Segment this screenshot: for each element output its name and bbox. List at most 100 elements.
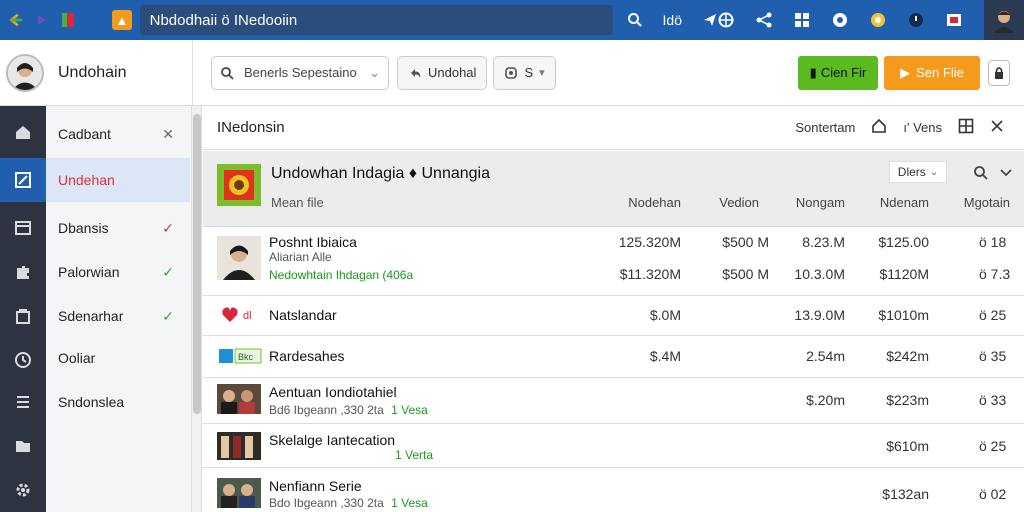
rail-home[interactable] xyxy=(0,110,46,154)
column-header[interactable]: Mgotain xyxy=(964,195,1010,210)
rail-window[interactable] xyxy=(0,206,46,250)
user-profile[interactable]: Undohain xyxy=(0,39,193,106)
group-logo xyxy=(217,164,261,206)
row-sub-text: Bd6 Ibgeann ,330 2ta xyxy=(269,403,384,417)
heart-icon: dl xyxy=(221,306,261,329)
view-label: Vens xyxy=(913,120,942,135)
row-thumbnail xyxy=(217,236,261,280)
scrollbar-thumb[interactable] xyxy=(193,114,201,414)
home-icon xyxy=(16,126,30,139)
status-select[interactable]: S ▾ xyxy=(493,55,556,90)
sidebar-item-label: Sdenarhar xyxy=(58,308,124,324)
sidebar-item-3[interactable]: Palorwian ✓ xyxy=(46,250,190,294)
status-select-value: S xyxy=(524,65,534,80)
table-row[interactable]: Poshnt Ibiaica Aliarian Alle Nedowhtain … xyxy=(203,228,1024,296)
sidebar-item-1[interactable]: Undehan xyxy=(46,158,190,202)
sidebar-item-2[interactable]: Dbansis ✓ xyxy=(46,206,190,250)
undo-button[interactable]: Undohal xyxy=(397,55,488,90)
row-value: 125.320M xyxy=(618,234,681,250)
top-bar: ▲ Nbdodhaii ö INedooiin Idö xyxy=(0,0,1024,40)
chat-icon[interactable] xyxy=(832,12,848,28)
send-file-icon: ▶ xyxy=(900,64,911,80)
column-header[interactable]: Vedion xyxy=(719,195,759,210)
share-icon[interactable] xyxy=(756,12,772,28)
chevron-down-icon[interactable] xyxy=(999,165,1013,184)
close-icon[interactable] xyxy=(990,119,1004,136)
search-icon[interactable] xyxy=(627,12,643,28)
flag-icon[interactable] xyxy=(946,12,962,28)
row-name: Skelalge Iantecation xyxy=(269,432,396,448)
column-header[interactable]: Ndenam xyxy=(880,195,929,210)
rail-clock[interactable] xyxy=(0,338,46,382)
new-file-button-label: Cien Fir xyxy=(820,65,867,80)
row-rank: ö 35 xyxy=(979,348,1007,364)
rail-list[interactable] xyxy=(0,380,46,424)
row-tag: Nedowhtain Ihdagan (406a xyxy=(269,268,414,282)
grid-view-icon[interactable] xyxy=(958,118,974,137)
view-button[interactable]: ı' Vens xyxy=(903,120,942,135)
table-row[interactable]: Nenfiann Serie Bdo Ibgeann ,330 2ta 1 Ve… xyxy=(203,468,1024,512)
table-row[interactable]: Aentuan Iondiotahiel Bd6 Ibgeann ,330 2t… xyxy=(203,378,1024,424)
window-title: Nbdodhaii ö INedooiin xyxy=(149,11,298,29)
send-file-button[interactable]: ▶ Sen Flie xyxy=(884,55,980,90)
search-icon[interactable] xyxy=(973,165,989,186)
back-icon[interactable] xyxy=(8,12,24,28)
row-value: $500 M xyxy=(722,266,769,282)
app-logo-icon: ▲ xyxy=(112,10,132,30)
close-icon[interactable]: ✕ xyxy=(162,126,174,143)
sidebar-item-label: Palorwian xyxy=(58,264,120,280)
sidebar-item-6[interactable]: Sndonslea xyxy=(46,380,190,424)
rail-edit[interactable] xyxy=(0,158,46,202)
row-name: Poshnt Ibiaica xyxy=(269,234,357,250)
main-header: INedonsin Sontertam ı' Vens xyxy=(203,106,1024,150)
group-subtitle: Mean file xyxy=(271,195,324,210)
table-row[interactable]: Skelalge Iantecation 1 Verta $610m ö 25 xyxy=(203,424,1024,468)
forward-icon[interactable] xyxy=(34,12,50,28)
send-icon[interactable] xyxy=(702,12,718,28)
row-subtitle: Bd6 Ibgeann ,330 2ta 1 Vesa xyxy=(269,403,428,417)
lock-button[interactable] xyxy=(988,59,1010,86)
sidebar-item-label: Ooliar xyxy=(58,350,96,366)
sidebar-item-label: Dbansis xyxy=(58,220,109,236)
row-rank: ö 25 xyxy=(979,438,1007,454)
sort-button[interactable]: Sontertam xyxy=(795,120,855,135)
table-row[interactable]: dl Natslandar $.0M 13.9.0M $1010m ö 25 xyxy=(203,296,1024,336)
column-header[interactable]: Nongam xyxy=(796,195,845,210)
edit-icon xyxy=(15,172,31,188)
search-input[interactable]: Benerls Sepestaino ⌄ xyxy=(211,55,389,90)
bookmark-icon[interactable] xyxy=(60,12,76,28)
rail-puzzle[interactable] xyxy=(0,250,46,294)
filter-dropdown[interactable]: Dlers ⌄ xyxy=(889,161,947,183)
sidebar-item-0[interactable]: Cadbant ✕ xyxy=(46,112,190,156)
row-value: $610m xyxy=(886,438,929,454)
row-rank: ö 7.3 xyxy=(979,266,1011,282)
row-thumbnail xyxy=(217,478,261,508)
row-subtitle: Aliarian Alle xyxy=(269,250,332,264)
lock-icon xyxy=(995,66,1003,79)
row-sub-text: Bdo Ibgeann ,330 2ta xyxy=(269,496,384,510)
power-icon[interactable] xyxy=(908,12,924,28)
sidebar-scrollbar[interactable] xyxy=(192,106,202,512)
home-icon[interactable] xyxy=(871,118,887,137)
check-icon: ✓ xyxy=(162,219,174,236)
row-value: $.20m xyxy=(806,392,845,408)
page-title: INedonsin xyxy=(217,119,285,136)
globe-icon[interactable] xyxy=(718,12,734,28)
rail-folder[interactable] xyxy=(0,424,46,468)
rail-bag[interactable] xyxy=(0,294,46,338)
sidebar-item-4[interactable]: Sdenarhar ✓ xyxy=(46,294,190,338)
new-file-button[interactable]: ▮ Cien Fir xyxy=(798,55,878,90)
check-icon: ✓ xyxy=(162,263,174,280)
puzzle-icon xyxy=(17,266,29,279)
account-avatar[interactable] xyxy=(984,0,1024,40)
column-header[interactable]: Nodehan xyxy=(628,195,681,210)
title-bar-field[interactable]: Nbdodhaii ö INedooiin xyxy=(139,5,613,35)
grid-icon[interactable] xyxy=(794,12,810,28)
sidebar-item-5[interactable]: Ooliar xyxy=(46,336,190,380)
row-rank: ö 18 xyxy=(979,234,1007,250)
table-row[interactable]: Bkc Rardesahes $.4M 2.54m $242m ö 35 xyxy=(203,336,1024,378)
rail-settings[interactable] xyxy=(0,468,46,512)
file-icon: ▮ xyxy=(809,64,817,80)
coin-icon[interactable] xyxy=(870,12,886,28)
search-icon xyxy=(221,66,234,80)
